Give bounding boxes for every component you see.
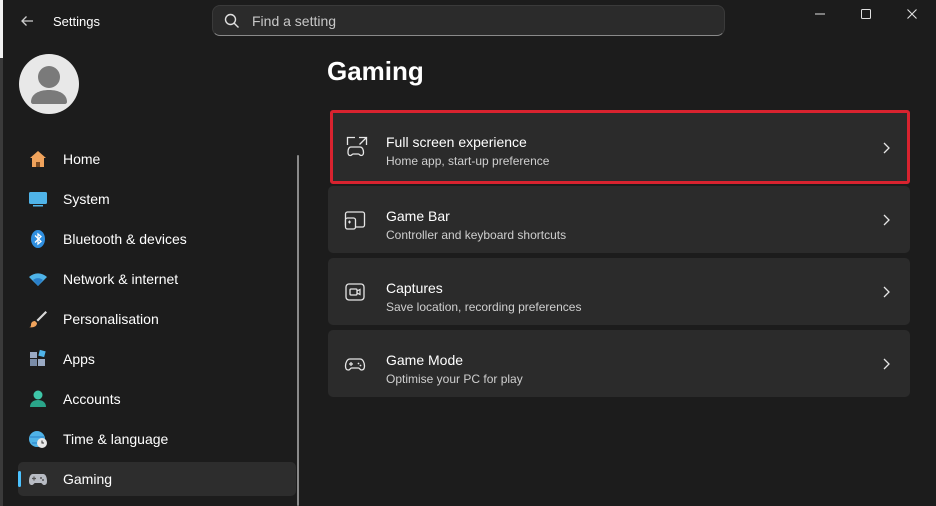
search-input[interactable]: Find a setting xyxy=(252,13,336,29)
back-arrow-icon xyxy=(21,16,33,26)
card-title: Captures xyxy=(386,280,443,296)
globe-clock-icon xyxy=(29,431,47,448)
sidebar-item-gaming[interactable]: Gaming xyxy=(18,462,296,496)
sidebar-item-bluetooth[interactable]: Bluetooth & devices xyxy=(18,222,296,256)
search-icon xyxy=(224,13,239,28)
card-title: Full screen experience xyxy=(386,134,527,150)
sidebar-item-personalisation[interactable]: Personalisation xyxy=(18,302,296,336)
minimize-button[interactable] xyxy=(798,0,842,28)
card-game-mode[interactable]: Game Mode Optimise your PC for play xyxy=(328,330,910,397)
card-captures[interactable]: Captures Save location, recording prefer… xyxy=(328,258,910,325)
chevron-right-icon xyxy=(883,358,890,370)
apps-icon xyxy=(30,349,46,366)
maximize-icon xyxy=(861,9,871,19)
sidebar-item-label: Personalisation xyxy=(63,311,159,327)
sidebar-item-label: Accounts xyxy=(63,391,121,407)
close-button[interactable] xyxy=(890,0,934,28)
game-bar-icon xyxy=(344,211,366,230)
sidebar-item-time-language[interactable]: Time & language xyxy=(18,422,296,456)
sidebar-item-label: System xyxy=(63,191,110,207)
sidebar-item-network[interactable]: Network & internet xyxy=(18,262,296,296)
fullscreen-controller-icon xyxy=(346,136,368,157)
sidebar-item-apps[interactable]: Apps xyxy=(18,342,296,376)
search-box[interactable]: Find a setting xyxy=(212,5,725,36)
system-icon xyxy=(29,192,47,207)
accounts-icon xyxy=(30,390,46,407)
card-subtitle: Optimise your PC for play xyxy=(386,372,523,386)
capture-icon xyxy=(345,283,365,301)
sidebar-item-accounts[interactable]: Accounts xyxy=(18,382,296,416)
chevron-right-icon xyxy=(883,214,890,226)
home-icon xyxy=(30,151,46,167)
sidebar-item-system[interactable]: System xyxy=(18,182,296,216)
maximize-button[interactable] xyxy=(844,0,888,28)
page-title: Gaming xyxy=(327,56,424,86)
sidebar-item-label: Bluetooth & devices xyxy=(63,231,187,247)
selection-indicator xyxy=(18,471,21,487)
wifi-icon xyxy=(29,273,47,286)
chevron-right-icon xyxy=(883,142,890,154)
chevron-right-icon xyxy=(883,286,890,298)
minimize-icon xyxy=(815,13,825,15)
card-title: Game Bar xyxy=(386,208,450,224)
game-mode-icon xyxy=(344,358,366,371)
close-icon xyxy=(907,9,917,19)
back-button[interactable] xyxy=(14,8,40,34)
card-subtitle: Controller and keyboard shortcuts xyxy=(386,228,567,242)
user-icon xyxy=(31,66,67,104)
sidebar-item-label: Home xyxy=(63,151,101,167)
sidebar-item-label: Gaming xyxy=(63,471,113,487)
brush-icon xyxy=(29,311,47,328)
card-game-bar[interactable]: Game Bar Controller and keyboard shortcu… xyxy=(328,186,910,253)
sidebar-item-label: Apps xyxy=(63,351,95,367)
sidebar-scrollbar[interactable] xyxy=(297,155,299,506)
sidebar-item-label: Network & internet xyxy=(63,271,179,287)
card-title: Game Mode xyxy=(386,352,464,368)
card-subtitle: Save location, recording preferences xyxy=(386,300,582,314)
card-full-screen-experience[interactable]: Full screen experience Home app, start-u… xyxy=(330,110,910,184)
card-subtitle: Home app, start-up preference xyxy=(386,154,550,168)
sidebar-item-home[interactable]: Home xyxy=(18,142,296,176)
sidebar-item-label: Time & language xyxy=(63,431,169,447)
app-title: Settings xyxy=(53,14,100,29)
window-edge xyxy=(0,0,3,506)
avatar[interactable] xyxy=(19,54,79,114)
controller-icon xyxy=(29,474,47,485)
bluetooth-icon xyxy=(31,230,45,248)
